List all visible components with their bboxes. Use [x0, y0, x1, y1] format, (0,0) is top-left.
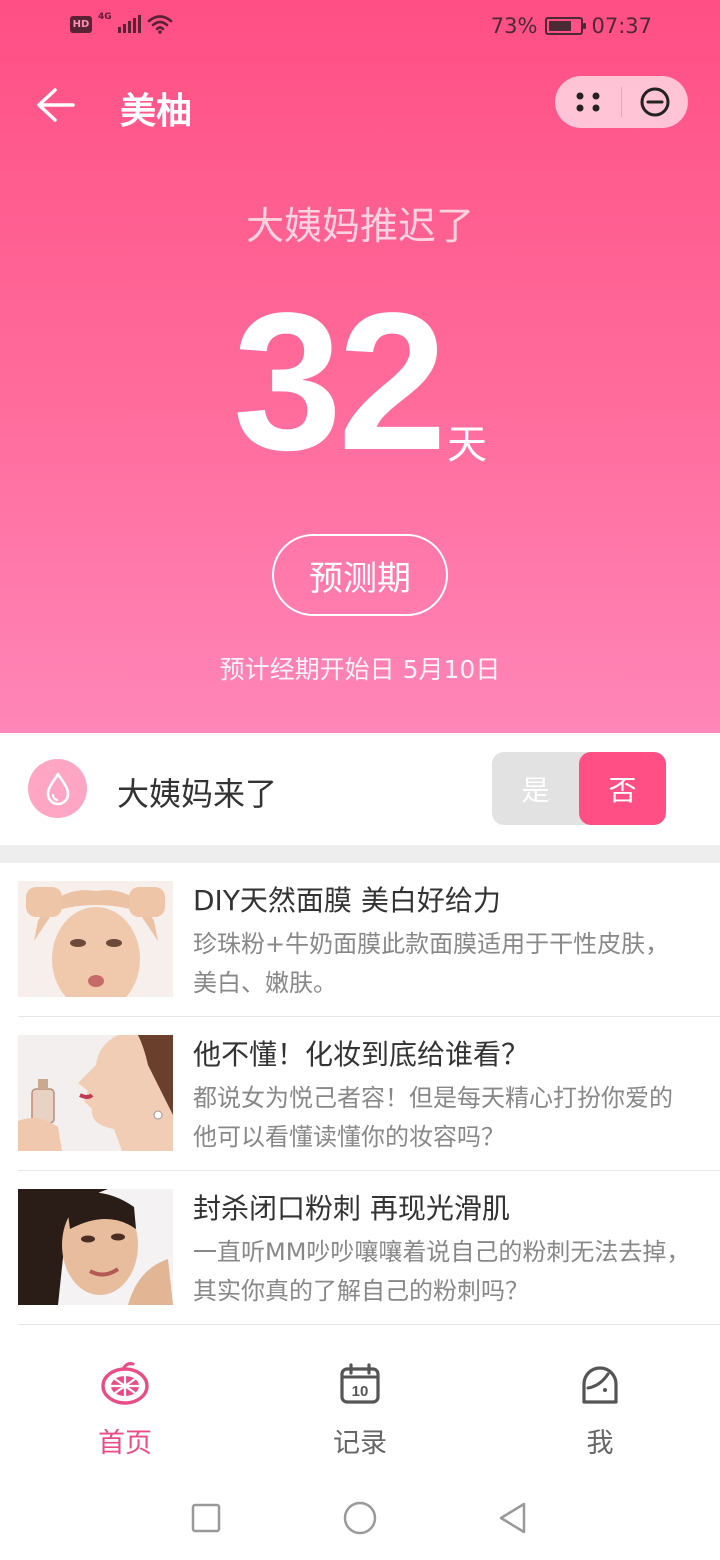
wifi-icon: [147, 15, 172, 34]
battery-icon: [545, 17, 587, 35]
article-item[interactable]: 封杀闭口粉刺 再现光滑肌 一直听MM吵吵嚷嚷着说自己的粉刺无法去掉，其实你真的了…: [0, 1171, 720, 1325]
profile-face-icon: [574, 1360, 626, 1407]
section-divider: [0, 845, 720, 863]
article-item[interactable]: 他不懂！化妆到底给谁看？ 都说女为悦己者容！但是每天精心打扮你爱的他可以看懂读懂…: [0, 1017, 720, 1171]
article-description: 都说女为悦己者容！但是每天精心打扮你爱的他可以看懂读懂你的妆容吗？: [193, 1084, 673, 1151]
article-thumbnail: [18, 1035, 173, 1151]
hd-badge: HD: [70, 15, 92, 33]
tab-home[interactable]: 首页: [55, 1360, 195, 1460]
toggle-yes-button[interactable]: 是: [492, 752, 579, 825]
article-thumbnail: [18, 881, 173, 997]
arrow-left-icon: [37, 88, 75, 122]
minus-circle-icon: [640, 87, 670, 117]
cycle-status-text: 大姨妈推迟了: [245, 204, 474, 248]
period-toggle-row: 大姨妈来了 是 否: [0, 733, 720, 845]
period-label: 大姨妈来了: [117, 775, 278, 813]
recents-button[interactable]: [186, 1498, 226, 1538]
drop-icon: [46, 772, 69, 805]
status-bar: HD 4G 73% 07:37: [0, 0, 720, 56]
battery-percent: 73%: [490, 14, 538, 38]
more-button[interactable]: [555, 76, 621, 128]
calendar-icon: 10: [334, 1360, 386, 1407]
tab-me-label: 我: [586, 1428, 614, 1459]
square-icon: [191, 1503, 221, 1533]
grapefruit-icon: [99, 1360, 151, 1407]
phase-button[interactable]: 预测期: [272, 534, 448, 616]
days-counter: 32 天: [0, 284, 720, 480]
days-unit: 天: [447, 422, 487, 468]
triangle-back-icon: [499, 1502, 526, 1534]
back-nav-button[interactable]: [492, 1498, 532, 1538]
article-item[interactable]: DIY天然面膜 美白好给力 珍珠粉+牛奶面膜此款面膜适用于干性皮肤，美白、嫩肤。: [0, 863, 720, 1017]
days-number: 32: [232, 272, 447, 491]
network-type: 4G: [98, 12, 112, 22]
period-yes-no-toggle: 是 否: [492, 752, 666, 825]
circle-icon: [343, 1501, 377, 1535]
status-left: HD 4G: [70, 12, 173, 34]
status-right: 73% 07:37: [491, 14, 652, 38]
mini-program-capsule: [555, 76, 688, 128]
article-title: DIY天然面膜 美白好给力: [193, 884, 501, 917]
tab-me[interactable]: 我: [530, 1360, 670, 1460]
nav-bar: 美柚: [0, 70, 720, 138]
close-button[interactable]: [622, 76, 688, 128]
article-list: DIY天然面膜 美白好给力 珍珠粉+牛奶面膜此款面膜适用于干性皮肤，美白、嫩肤。…: [0, 863, 720, 1325]
article-description: 珍珠粉+牛奶面膜此款面膜适用于干性皮肤，美白、嫩肤。: [193, 930, 670, 997]
nav-title: 美柚: [120, 91, 193, 132]
toggle-no-button[interactable]: 否: [579, 752, 666, 825]
expected-start-date: 预计经期开始日 5月10日: [219, 655, 501, 684]
back-button[interactable]: [30, 80, 80, 130]
clock: 07:37: [591, 14, 652, 38]
system-navigation-bar: [0, 1470, 720, 1560]
article-title: 封杀闭口粉刺 再现光滑肌: [193, 1192, 510, 1225]
dots-icon: [576, 92, 600, 112]
article-thumbnail: [18, 1189, 173, 1305]
signal-icon: [117, 15, 141, 33]
hero-section: HD 4G 73% 07:37 美柚 大姨妈推迟了 32 天 预测期 预计经期开…: [0, 0, 720, 733]
period-icon-badge: [28, 759, 87, 818]
calendar-day-number: 10: [352, 1383, 369, 1400]
article-title: 他不懂！化妆到底给谁看？: [193, 1038, 530, 1071]
bottom-tab-bar: 首页 10 记录 我: [0, 1340, 720, 1470]
tab-record-label: 记录: [333, 1428, 387, 1459]
tab-record[interactable]: 10 记录: [290, 1360, 430, 1460]
home-button[interactable]: [340, 1498, 380, 1538]
tab-home-label: 首页: [98, 1428, 152, 1459]
article-description: 一直听MM吵吵嚷嚷着说自己的粉刺无法去掉，其实你真的了解自己的粉刺吗？: [193, 1238, 691, 1305]
